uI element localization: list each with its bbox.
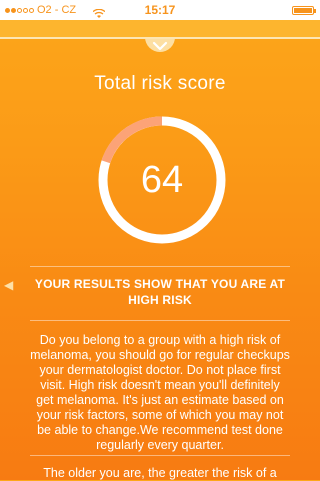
divider bbox=[30, 320, 290, 321]
battery-icon bbox=[292, 6, 316, 15]
result-heading: YOUR RESULTS SHOW THAT YOU ARE AT HIGH R… bbox=[34, 277, 286, 307]
page-title: Total risk score bbox=[94, 73, 226, 94]
result-description-continued: The older you are, the greater the risk … bbox=[43, 466, 277, 480]
chevron-down-icon bbox=[143, 37, 177, 61]
expand-panel-button[interactable] bbox=[143, 37, 177, 61]
status-bar: O2 - CZ 15:17 bbox=[0, 0, 320, 20]
risk-score-value: 64 bbox=[140, 158, 184, 201]
divider bbox=[30, 455, 290, 456]
collapsed-panel-strip bbox=[0, 20, 320, 37]
divider bbox=[30, 266, 290, 267]
chevron-left-icon[interactable]: ◀ bbox=[4, 278, 13, 292]
result-description: Do you belong to a group with a high ris… bbox=[30, 333, 290, 452]
status-time: 15:17 bbox=[144, 3, 176, 17]
